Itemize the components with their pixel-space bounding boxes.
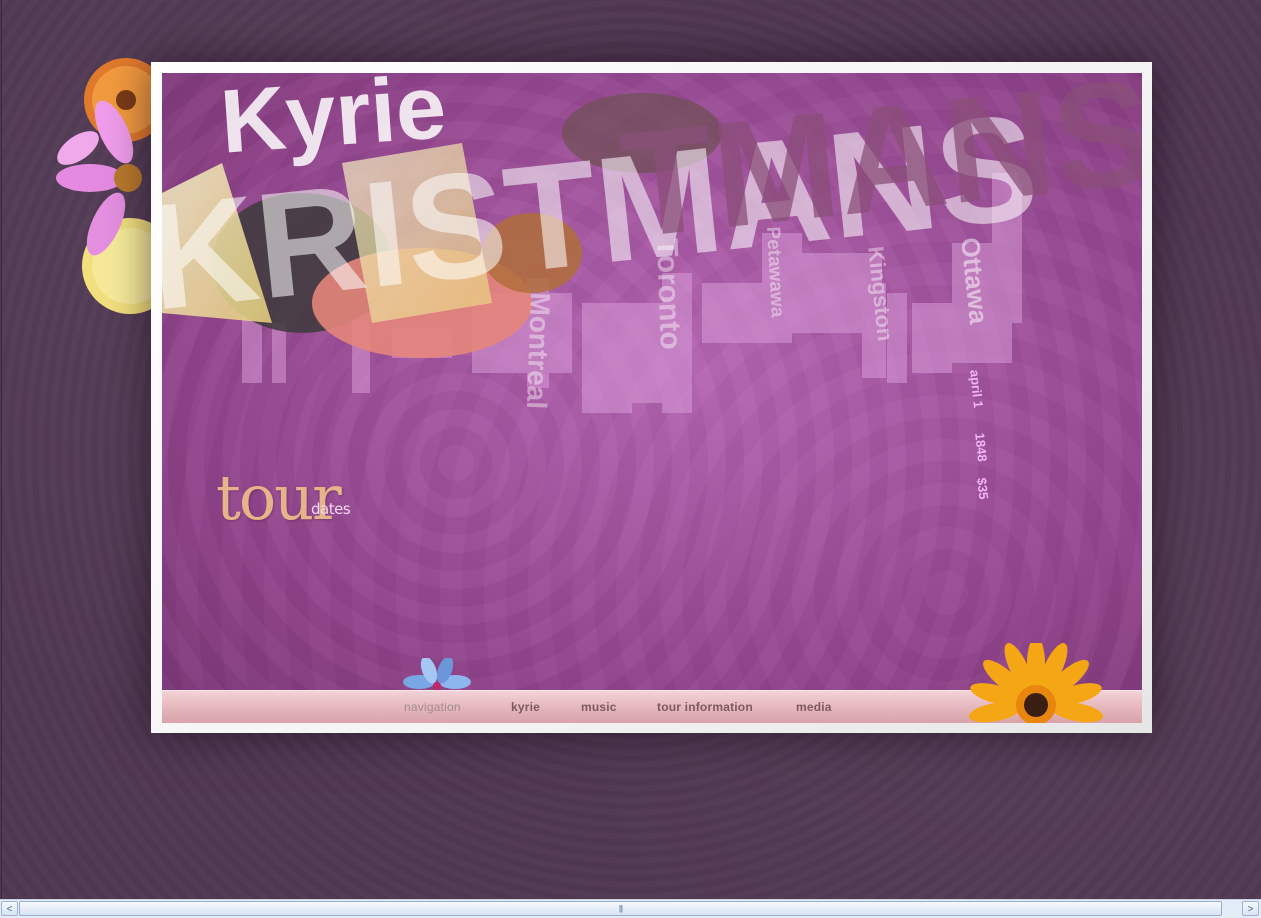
- scroll-right-icon[interactable]: >: [1242, 901, 1259, 916]
- content-frame: KRISTMANS TMANS Kyrie Montreal Toronto P…: [151, 62, 1152, 733]
- city-petawawa: Petawawa: [762, 226, 788, 318]
- nav-item-music[interactable]: music: [581, 700, 617, 714]
- nav-item-media[interactable]: media: [796, 700, 832, 714]
- tour-stage: KRISTMANS TMANS Kyrie Montreal Toronto P…: [162, 73, 1142, 723]
- nav-heading: navigation: [404, 700, 461, 714]
- nav-item-tour-information[interactable]: tour information: [657, 700, 753, 714]
- city-montreal: Montreal: [520, 291, 556, 410]
- svg-text:Kyrie: Kyrie: [217, 73, 449, 173]
- nav-item-kyrie[interactable]: kyrie: [511, 700, 540, 714]
- city-toronto: Toronto: [650, 238, 687, 351]
- show-price: $35: [974, 477, 992, 501]
- scroll-thumb[interactable]: |||: [19, 901, 1222, 916]
- scroll-left-icon[interactable]: <: [1, 901, 18, 916]
- tour-subheading: dates: [311, 500, 351, 518]
- show-time: 1848: [972, 432, 991, 463]
- gerbera-flower-icon: [968, 643, 1104, 723]
- horizontal-scrollbar[interactable]: < ||| >: [0, 899, 1261, 918]
- flower-cluster-left: [56, 58, 168, 314]
- svg-text:TMANS: TMANS: [614, 73, 1142, 269]
- tour-heading: tour: [216, 461, 342, 534]
